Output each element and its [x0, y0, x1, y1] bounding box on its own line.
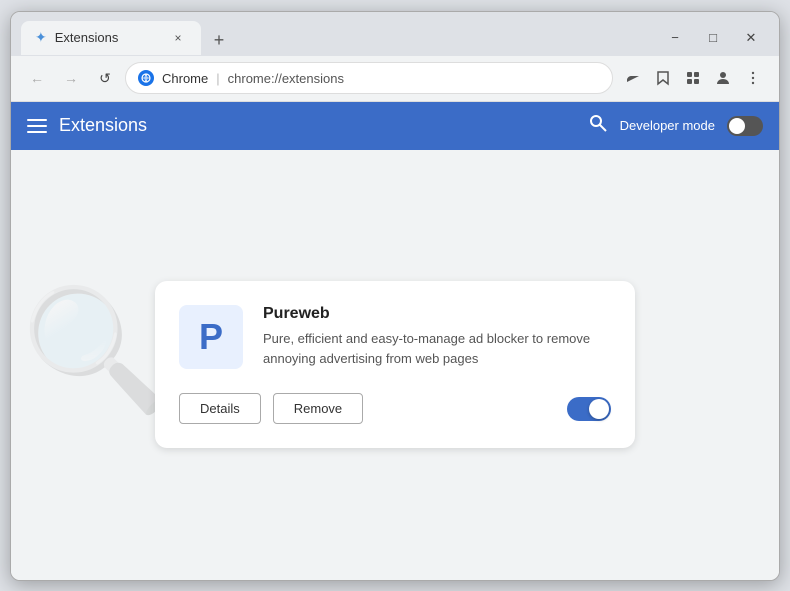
extension-logo: P	[179, 305, 243, 369]
maximize-button[interactable]: □	[695, 23, 731, 53]
address-bar[interactable]: Chrome | chrome://extensions	[125, 62, 613, 94]
tabs-area: ✦ Extensions × +	[21, 21, 657, 55]
site-icon	[138, 70, 154, 86]
browser-window: ✦ Extensions × + − □ ✕ ← → ↺	[10, 11, 780, 581]
extensions-page-title: Extensions	[59, 115, 576, 136]
extension-name: Pureweb	[263, 305, 611, 323]
extension-enable-toggle[interactable]	[567, 397, 611, 421]
watermark-magnify-icon: 🔍	[21, 281, 170, 421]
tab-close-button[interactable]: ×	[169, 29, 187, 47]
header-search-icon[interactable]	[588, 113, 608, 138]
address-bar-row: ← → ↺ Chrome | chrome://extensions	[11, 56, 779, 102]
extensions-button[interactable]	[679, 64, 707, 92]
details-button[interactable]: Details	[179, 393, 261, 424]
card-bottom: Details Remove	[179, 393, 611, 424]
extension-card: P Pureweb Pure, efficient and easy-to-ma…	[155, 281, 635, 448]
toolbar-icons	[619, 64, 767, 92]
main-content: 🔍 RISK.COM P Pureweb Pure, efficient and…	[11, 150, 779, 580]
address-url: chrome://extensions	[228, 71, 344, 86]
card-top: P Pureweb Pure, efficient and easy-to-ma…	[179, 305, 611, 369]
tab-puzzle-icon: ✦	[35, 29, 47, 46]
tab-title: Extensions	[55, 30, 161, 45]
remove-button[interactable]: Remove	[273, 393, 363, 424]
developer-mode-label: Developer mode	[620, 118, 715, 133]
window-buttons: − □ ✕	[657, 23, 769, 53]
profile-button[interactable]	[709, 64, 737, 92]
toggle-knob	[729, 118, 745, 134]
new-tab-button[interactable]: +	[205, 27, 233, 55]
close-button[interactable]: ✕	[733, 23, 769, 53]
extensions-header: Extensions Developer mode	[11, 102, 779, 150]
bookmark-button[interactable]	[649, 64, 677, 92]
toggle-on-knob	[589, 399, 609, 419]
hamburger-menu-icon[interactable]	[27, 116, 47, 136]
developer-mode-toggle[interactable]	[727, 116, 763, 136]
extension-logo-letter: P	[199, 316, 223, 358]
share-button[interactable]	[619, 64, 647, 92]
header-right: Developer mode	[588, 113, 763, 138]
forward-button[interactable]: →	[57, 64, 85, 92]
refresh-button[interactable]: ↺	[91, 64, 119, 92]
address-site-name: Chrome	[162, 71, 208, 86]
back-button[interactable]: ←	[23, 64, 51, 92]
extension-info: Pureweb Pure, efficient and easy-to-mana…	[263, 305, 611, 368]
title-bar: ✦ Extensions × + − □ ✕	[11, 12, 779, 56]
minimize-button[interactable]: −	[657, 23, 693, 53]
menu-button[interactable]	[739, 64, 767, 92]
extension-description: Pure, efficient and easy-to-manage ad bl…	[263, 329, 611, 368]
address-divider: |	[216, 71, 219, 86]
active-tab[interactable]: ✦ Extensions ×	[21, 21, 201, 55]
